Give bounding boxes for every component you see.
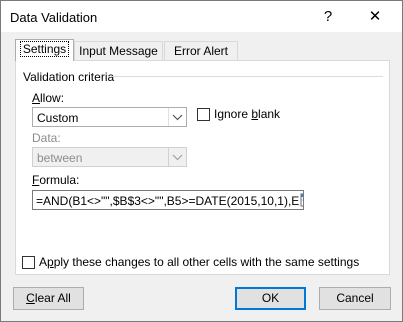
settings-panel: Validation criteria Allow: Custom Ignore… <box>15 60 390 275</box>
tab-settings[interactable]: Settings <box>15 39 74 61</box>
data-validation-dialog: Data Validation ? ✕ Settings Input Messa… <box>0 0 403 322</box>
tab-error-alert-label: Error Alert <box>173 44 228 58</box>
data-dropdown: between <box>32 147 187 167</box>
data-label: Data: <box>32 131 61 145</box>
formula-label: Formula: <box>32 173 80 187</box>
data-value: between <box>37 151 83 165</box>
allow-dropdown[interactable]: Custom <box>32 107 187 127</box>
apply-all-checkbox[interactable] <box>22 256 35 269</box>
ok-button[interactable]: OK <box>235 287 306 310</box>
dialog-title: Data Validation <box>10 10 98 25</box>
tab-input-message-label: Input Message <box>79 44 158 58</box>
formula-input[interactable]: =AND(B1<>"",$B$3<>"",B5>=DATE(2015,10,1)… <box>32 190 304 210</box>
title-bar: Data Validation ? ✕ <box>1 1 402 32</box>
range-select-icon[interactable] <box>300 192 303 208</box>
cancel-button[interactable]: Cancel <box>319 287 391 310</box>
apply-all-label[interactable]: Apply these changes to all other cells w… <box>39 255 359 269</box>
chevron-down-icon <box>168 148 186 166</box>
tab-error-alert[interactable]: Error Alert <box>164 41 238 60</box>
tab-settings-label: Settings <box>19 41 70 57</box>
group-divider <box>111 76 383 77</box>
tab-input-message[interactable]: Input Message <box>74 41 163 60</box>
allow-label: Allow: <box>32 91 65 105</box>
ignore-blank-checkbox[interactable] <box>197 108 210 121</box>
formula-value: =AND(B1<>"",$B$3<>"",B5>=DATE(2015,10,1)… <box>36 194 300 208</box>
close-button[interactable]: ✕ <box>362 5 388 29</box>
validation-criteria-label: Validation criteria <box>23 70 115 84</box>
chevron-down-icon[interactable] <box>168 108 186 126</box>
clear-all-button[interactable]: Clear All <box>13 287 84 310</box>
allow-value: Custom <box>37 111 79 125</box>
help-button[interactable]: ? <box>315 5 341 29</box>
ignore-blank-label[interactable]: Ignore blank <box>214 107 280 121</box>
